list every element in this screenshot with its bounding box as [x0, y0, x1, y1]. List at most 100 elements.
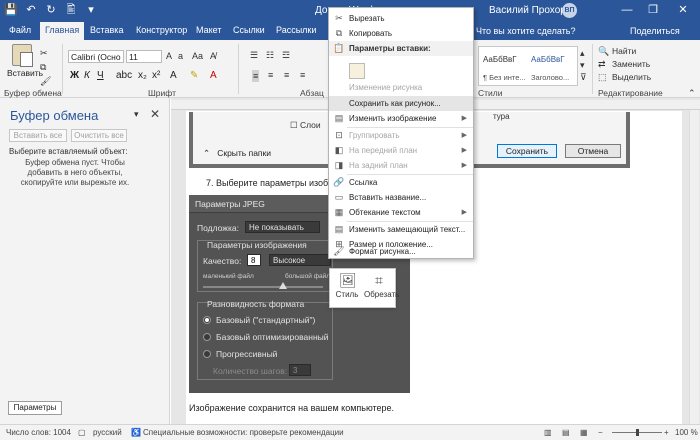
read-mode-icon[interactable]: ▥ [544, 428, 552, 437]
copy-small-icon[interactable]: ⧉ [40, 62, 46, 72]
multilevel-icon[interactable]: ☲ [282, 50, 290, 60]
replace-button[interactable]: Заменить [612, 59, 650, 69]
avatar[interactable]: ВП [562, 3, 577, 18]
bullets-icon[interactable]: ☰ [250, 50, 258, 60]
format-picture-icon: 🖌 [333, 246, 345, 256]
tab-layout[interactable]: Макет [196, 25, 221, 35]
select-icon[interactable]: ⬚ [598, 72, 607, 82]
result-text[interactable]: Изображение сохранится на вашем компьюте… [189, 403, 394, 413]
zoom-level[interactable]: 100 % [675, 428, 698, 437]
numbering-icon[interactable]: ☷ [266, 50, 274, 60]
cut-small-icon[interactable]: ✂ [40, 48, 48, 58]
save-icon[interactable]: 💾 [4, 3, 18, 17]
vertical-scrollbar[interactable] [689, 110, 699, 424]
menu-item-link[interactable]: 🔗 Ссылка [329, 175, 473, 190]
clipboard-group-label[interactable]: Буфер обмена [4, 88, 62, 98]
font-name-box[interactable]: Calibri (Осно [68, 50, 124, 63]
highlight-icon[interactable]: ✎ [190, 70, 198, 81]
underline-button[interactable]: Ч [97, 70, 104, 81]
web-layout-icon[interactable]: ▦ [580, 428, 588, 437]
paste-button[interactable]: Вставить [7, 68, 43, 78]
strikethrough-icon[interactable]: abc [116, 70, 132, 81]
open-icon[interactable]: 🖺 [64, 3, 78, 17]
print-layout-icon[interactable]: ▤ [562, 428, 570, 437]
large-file-label: большой файл [285, 273, 331, 280]
pane-options-button[interactable]: Параметры [8, 401, 62, 415]
accessibility-status[interactable]: Специальные возможности: проверьте реком… [143, 428, 344, 437]
pane-options-icon[interactable]: ▾ [134, 109, 139, 119]
styles-gallery[interactable]: АаБбВвГ ¶ Без инте... АаБбВвГ Заголово..… [478, 46, 578, 86]
paste-option-keep-source-icon[interactable] [349, 63, 365, 79]
alt-text-icon: ▤ [334, 224, 344, 234]
align-left-icon[interactable]: ≡ [252, 70, 260, 82]
menu-item-save-as-picture[interactable]: Сохранить как рисунок... [329, 96, 473, 111]
subscript-icon[interactable]: x₂ [138, 70, 147, 81]
zoom-out-icon[interactable]: − [598, 428, 603, 437]
minimize-button[interactable]: — [616, 2, 638, 19]
tab-insert[interactable]: Вставка [90, 25, 123, 35]
collapse-ribbon-icon[interactable]: ⌃ [688, 88, 696, 98]
text-effects-icon[interactable]: A [170, 70, 177, 81]
step-text[interactable]: 7. Выберите параметры изобр [206, 178, 333, 188]
shrink-font-icon[interactable]: a [178, 51, 183, 61]
paste-icon[interactable] [12, 44, 33, 67]
crop-mini-button[interactable]: ⌗ Обрезать [364, 272, 399, 299]
tab-design[interactable]: Конструктор [136, 25, 187, 35]
bold-button[interactable]: Ж [70, 70, 79, 81]
align-right-icon[interactable]: ≡ [284, 70, 289, 80]
tab-home[interactable]: Главная [40, 22, 85, 40]
restore-button[interactable]: ❐ [642, 2, 664, 19]
style-normal-sample[interactable]: АаБбВвГ [483, 55, 517, 64]
font-group-label[interactable]: Шрифт [148, 88, 176, 98]
menu-item-cut[interactable]: ✂ Вырезать [329, 11, 473, 26]
style-heading-name[interactable]: Заголово... [531, 73, 569, 82]
menu-item-edit-image[interactable]: ▤ Изменить изображение ▶ [329, 111, 473, 126]
accessibility-icon[interactable]: ♿ [131, 428, 141, 437]
zoom-in-icon[interactable]: + [664, 428, 669, 437]
redo-icon[interactable]: ↻ [44, 3, 58, 17]
proofing-icon[interactable]: ▢ [78, 428, 86, 437]
font-color-icon[interactable]: A [210, 70, 217, 81]
italic-button[interactable]: К [84, 70, 90, 81]
styles-more-icon[interactable]: ⊽ [580, 72, 587, 82]
close-button[interactable]: ✕ [672, 2, 694, 19]
clear-all-button[interactable]: Очистить все [71, 129, 127, 142]
undo-icon[interactable]: ↶ [24, 3, 38, 17]
tab-file[interactable]: Файл [9, 25, 31, 35]
paragraph-group-label[interactable]: Абзац [300, 88, 324, 98]
word-count[interactable]: Число слов: 1004 [6, 428, 71, 437]
menu-item-edit-alt-text[interactable]: ▤ Изменить замещающий текст... [329, 222, 473, 237]
style-normal-name[interactable]: ¶ Без инте... [483, 73, 526, 82]
replace-icon[interactable]: ⇄ [598, 59, 606, 69]
align-center-icon[interactable]: ≡ [268, 70, 273, 80]
clear-format-icon[interactable]: A̸ [210, 51, 216, 61]
find-button[interactable]: Найти [612, 46, 636, 56]
grow-font-icon[interactable]: A [166, 51, 172, 61]
format-painter-icon[interactable]: 🖌 [40, 76, 51, 86]
menu-item-wrap-text[interactable]: ▦ Обтекание текстом ▶ [329, 205, 473, 220]
justify-icon[interactable]: ≡ [300, 70, 305, 80]
style-heading-sample[interactable]: АаБбВвГ [531, 55, 565, 64]
clipboard-pane: Буфер обмена ▾ ✕ Вставить все Очистить в… [0, 98, 170, 424]
pane-close-icon[interactable]: ✕ [150, 107, 160, 121]
language-indicator[interactable]: русский [93, 428, 122, 437]
select-button[interactable]: Выделить [612, 72, 651, 82]
menu-item-format-picture[interactable]: 🖌 Формат рисунка... [329, 244, 473, 259]
tell-me-search[interactable]: Что вы хотите сделать? [476, 26, 576, 36]
styles-scroll-down-icon[interactable]: ▾ [580, 60, 585, 70]
styles-scroll-up-icon[interactable]: ▴ [580, 48, 585, 58]
menu-item-copy[interactable]: ⧉ Копировать [329, 26, 473, 41]
superscript-icon[interactable]: x² [152, 70, 160, 81]
zoom-slider-knob[interactable] [636, 429, 639, 436]
paste-all-button[interactable]: Вставить все [9, 129, 67, 142]
styles-group-label[interactable]: Стили [478, 88, 503, 98]
menu-item-insert-caption[interactable]: ▭ Вставить название... [329, 190, 473, 205]
share-button[interactable]: Поделиться [630, 26, 680, 36]
tab-mailings[interactable]: Рассылки [276, 25, 316, 35]
font-size-box[interactable]: 11 [126, 50, 162, 63]
tab-references[interactable]: Ссылки [233, 25, 265, 35]
customize-qat-icon[interactable]: ▾ [84, 3, 98, 17]
change-case-icon[interactable]: Aa [192, 51, 203, 61]
style-mini-button[interactable]: 🖼 Стиль [332, 272, 362, 299]
find-icon[interactable]: 🔍 [598, 46, 609, 56]
